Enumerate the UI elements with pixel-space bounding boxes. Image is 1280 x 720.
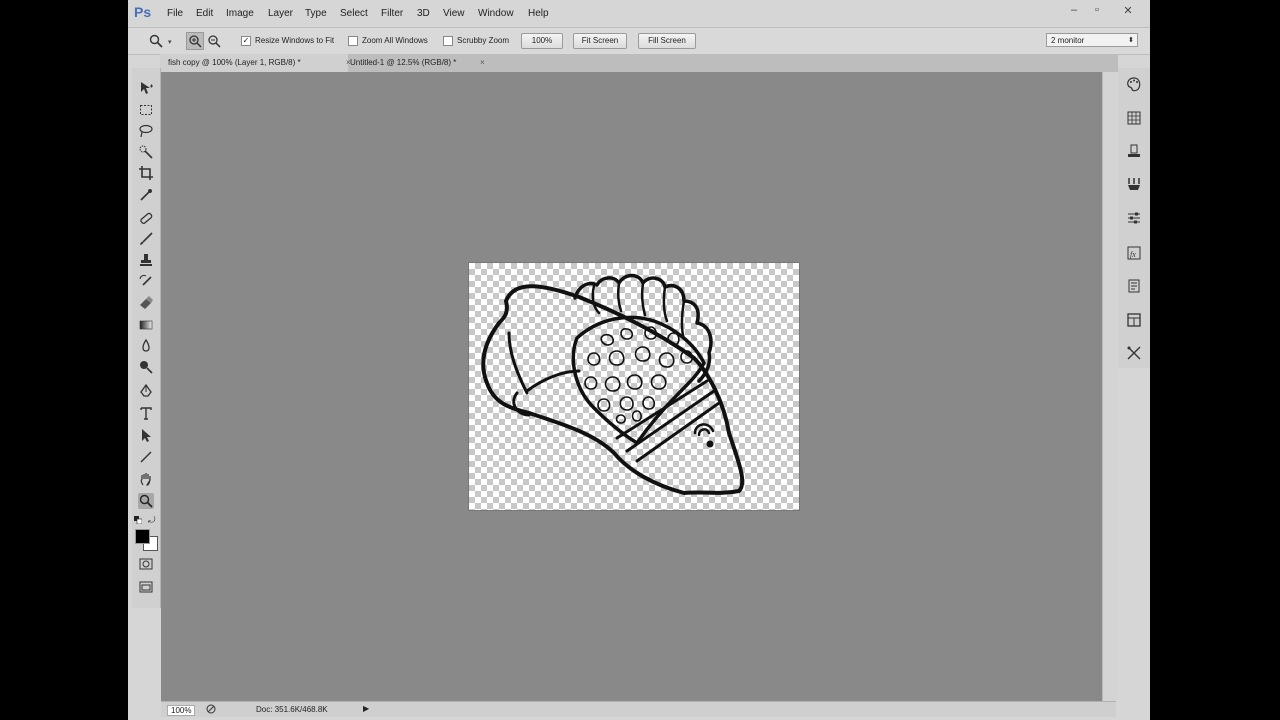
- hand-tool-icon[interactable]: [138, 471, 154, 487]
- resize-windows-checkbox[interactable]: ✓: [241, 36, 251, 46]
- eyedropper-tool-icon[interactable]: [138, 187, 154, 203]
- minimize-button[interactable]: –: [1065, 4, 1083, 16]
- foreground-color-swatch[interactable]: [135, 529, 150, 544]
- scrubby-zoom-checkbox[interactable]: [443, 36, 453, 46]
- zoom-tool-preset-icon[interactable]: [148, 33, 164, 49]
- layers-fx-panel-icon[interactable]: fx: [1126, 245, 1142, 261]
- fish-drawing: [481, 273, 745, 495]
- line-tool-icon[interactable]: [138, 449, 154, 465]
- eraser-tool-icon[interactable]: [138, 294, 154, 310]
- zoom-tool-icon[interactable]: [138, 493, 154, 509]
- menu-view[interactable]: View: [443, 8, 465, 19]
- adjustments-panel-icon[interactable]: [1126, 143, 1142, 159]
- document-tab-bar: fish copy @ 100% (Layer 1, RGB/8) * × Un…: [160, 54, 1118, 72]
- healing-brush-tool-icon[interactable]: [138, 210, 154, 226]
- tab-close-icon[interactable]: ×: [480, 54, 485, 72]
- gradient-tool-icon[interactable]: [138, 317, 154, 333]
- tab-label: Untitled-1 @ 12.5% (RGB/8) *: [350, 58, 457, 67]
- blur-tool-icon[interactable]: [138, 338, 154, 354]
- menu-3d[interactable]: 3D: [417, 8, 430, 19]
- chevron-updown-icon: ⬍: [1128, 37, 1134, 44]
- move-tool-icon[interactable]: [138, 80, 154, 96]
- pen-tool-icon[interactable]: [138, 383, 154, 399]
- clone-stamp-tool-icon[interactable]: [138, 252, 154, 268]
- workspace-value: 2 monitor: [1051, 36, 1085, 45]
- fit-screen-button[interactable]: Fit Screen: [573, 33, 627, 49]
- zoom-in-mode-icon[interactable]: [186, 32, 204, 50]
- properties-panel-icon[interactable]: [1126, 210, 1142, 226]
- tab-fish-copy[interactable]: fish copy @ 100% (Layer 1, RGB/8) * ×: [160, 54, 351, 72]
- default-colors-icon[interactable]: [134, 516, 143, 525]
- type-tool-icon[interactable]: [138, 405, 154, 421]
- dodge-tool-icon[interactable]: [138, 359, 154, 375]
- tab-untitled-1[interactable]: Untitled-1 @ 12.5% (RGB/8) * ×: [342, 54, 500, 72]
- swatches-panel-icon[interactable]: [1126, 110, 1142, 126]
- menu-layer[interactable]: Layer: [268, 8, 293, 19]
- zoom-100-button[interactable]: 100%: [521, 33, 563, 49]
- screen-mode-icon[interactable]: [138, 579, 154, 595]
- lasso-tool-icon[interactable]: [138, 123, 154, 139]
- status-menu-arrow-icon[interactable]: ▶: [363, 704, 369, 713]
- paragraph-panel-icon[interactable]: [1126, 312, 1142, 328]
- menu-image[interactable]: Image: [226, 8, 254, 19]
- menu-help[interactable]: Help: [528, 8, 549, 19]
- resize-windows-label: Resize Windows to Fit: [255, 36, 335, 45]
- vertical-scrollbar[interactable]: [1102, 72, 1117, 701]
- status-info-icon[interactable]: [206, 704, 216, 714]
- swap-colors-icon[interactable]: ⤾: [148, 515, 156, 526]
- path-selection-tool-icon[interactable]: [138, 427, 154, 443]
- tool-presets-panel-icon[interactable]: [1126, 345, 1142, 361]
- canvas-area[interactable]: [161, 72, 1102, 701]
- notes-panel-icon[interactable]: [1126, 278, 1142, 294]
- photoshop-window: Ps File Edit Image Layer Type Select Fil…: [128, 0, 1150, 720]
- document-canvas[interactable]: [468, 262, 800, 511]
- ps-logo: Ps: [134, 4, 152, 20]
- quick-selection-tool-icon[interactable]: [138, 144, 154, 160]
- marquee-tool-icon[interactable]: [138, 102, 154, 118]
- zoom-all-checkbox[interactable]: [348, 36, 358, 46]
- crop-tool-icon[interactable]: [138, 165, 154, 181]
- tools-panel: ⤾: [132, 68, 161, 608]
- menu-file[interactable]: File: [167, 8, 183, 19]
- menu-filter[interactable]: Filter: [381, 8, 403, 19]
- document-size-info: Doc: 351.6K/468.8K: [256, 705, 328, 714]
- maximize-button[interactable]: ▫: [1088, 4, 1106, 16]
- options-bar: ▾ ✓ Resize Windows to Fit Zoom All Windo…: [128, 27, 1150, 55]
- scrubby-zoom-label: Scrubby Zoom: [457, 36, 510, 45]
- collapsed-panels-dock: fx: [1118, 68, 1150, 368]
- zoom-out-mode-icon[interactable]: [206, 33, 222, 49]
- menu-bar: Ps File Edit Image Layer Type Select Fil…: [128, 0, 1150, 27]
- zoom-all-label: Zoom All Windows: [362, 36, 428, 45]
- color-panel-icon[interactable]: [1126, 76, 1142, 92]
- zoom-level-field[interactable]: 100%: [167, 705, 196, 716]
- fill-screen-button[interactable]: Fill Screen: [638, 33, 696, 49]
- svg-text:fx: fx: [1130, 250, 1136, 259]
- brush-tool-icon[interactable]: [138, 231, 154, 247]
- history-brush-tool-icon[interactable]: [138, 273, 154, 289]
- tab-label: fish copy @ 100% (Layer 1, RGB/8) *: [168, 58, 301, 67]
- brush-presets-panel-icon[interactable]: [1126, 176, 1142, 192]
- menu-select[interactable]: Select: [340, 8, 368, 19]
- status-bar: 100% Doc: 351.6K/468.8K ▶: [161, 701, 1116, 717]
- menu-edit[interactable]: Edit: [196, 8, 213, 19]
- menu-type[interactable]: Type: [305, 8, 327, 19]
- quick-mask-icon[interactable]: [138, 556, 154, 572]
- preset-dropdown-icon[interactable]: ▾: [168, 38, 172, 46]
- menu-window[interactable]: Window: [478, 8, 514, 19]
- workspace-dropdown[interactable]: 2 monitor ⬍: [1046, 33, 1138, 47]
- close-button[interactable]: ✕: [1119, 4, 1137, 17]
